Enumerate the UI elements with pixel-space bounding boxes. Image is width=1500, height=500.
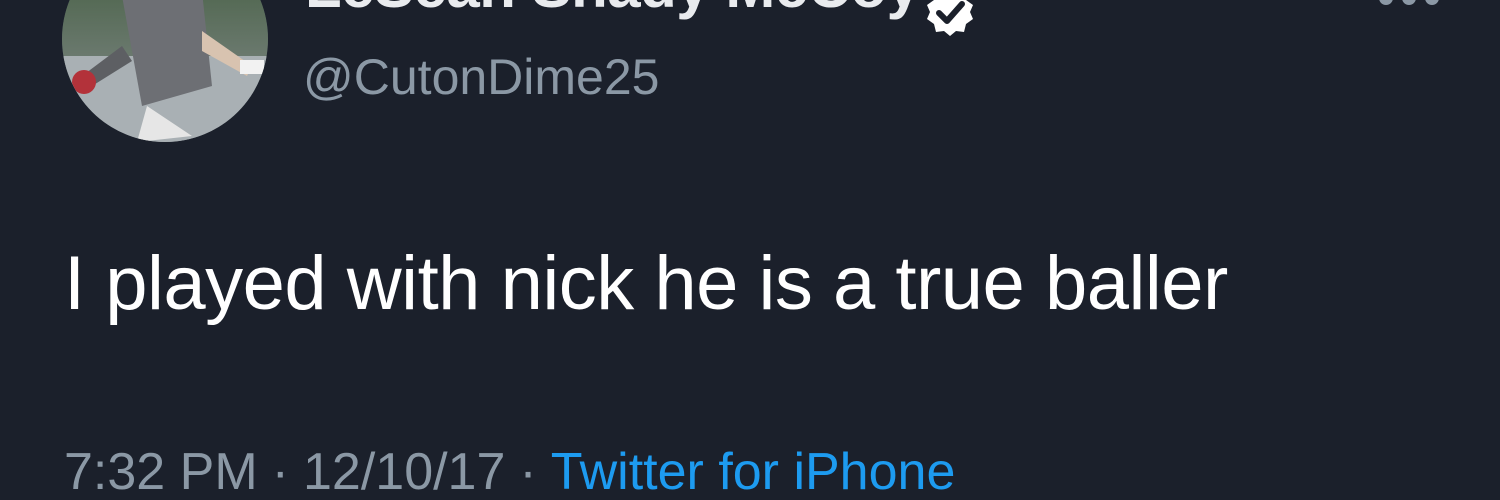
tweet-source-link[interactable]: Twitter for iPhone — [551, 443, 956, 500]
tweet-text: I played with nick he is a true baller — [64, 241, 1228, 326]
verified-badge-icon — [927, 0, 973, 36]
more-options-icon[interactable] — [1378, 0, 1440, 10]
avatar[interactable] — [62, 0, 268, 142]
tweet-meta: 7:32 PM · 12/10/17 · Twitter for iPhone — [64, 442, 955, 500]
meta-separator: · — [271, 443, 289, 500]
tweet-card: LeSean Shady McCoy @CutonDime25 I played… — [0, 0, 1500, 500]
tweet-time[interactable]: 7:32 PM — [64, 443, 258, 500]
user-handle[interactable]: @CutonDime25 — [303, 48, 659, 106]
meta-separator: · — [519, 443, 537, 500]
tweet-date[interactable]: 12/10/17 — [303, 443, 505, 500]
profile-photo-icon — [62, 0, 268, 142]
display-name[interactable]: LeSean Shady McCoy — [305, 0, 920, 21]
